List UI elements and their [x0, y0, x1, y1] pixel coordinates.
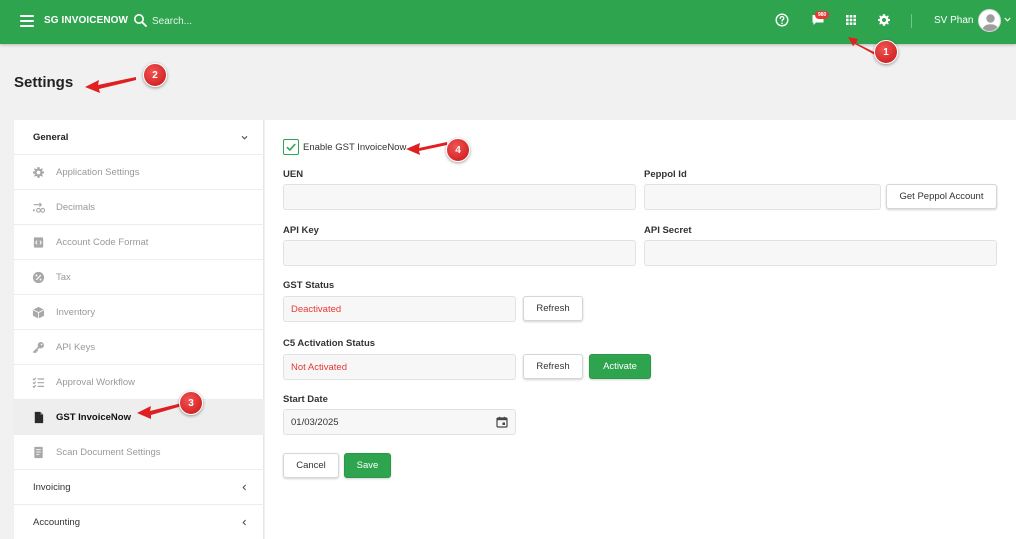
checklist-icon — [32, 376, 45, 388]
decimals-icon — [32, 201, 45, 213]
sidebar-group-general[interactable]: General — [14, 120, 264, 155]
chevron-left-icon — [242, 519, 246, 525]
start-date-value: 01/03/2025 — [291, 416, 339, 428]
page-title: Settings — [14, 74, 74, 91]
refresh-c5-status-button[interactable]: Refresh — [523, 354, 583, 379]
sidebar-item-approval-workflow[interactable]: Approval Workflow — [14, 365, 264, 400]
start-date-field[interactable]: 01/03/2025 — [283, 409, 516, 435]
sidebar-item-label: Decimals — [56, 201, 96, 213]
sidebar-item-label: Account Code Format — [56, 236, 149, 248]
toolbar-divider — [911, 14, 912, 28]
calendar-icon[interactable] — [496, 416, 508, 428]
code-format-icon — [33, 236, 44, 248]
sidebar-group-label: General — [33, 131, 69, 143]
settings-sidebar: General Application Settings Decimals Ac… — [14, 120, 264, 539]
chevron-down-icon — [241, 135, 248, 140]
sidebar-item-tax[interactable]: Tax — [14, 260, 264, 295]
sidebar-item-inventory[interactable]: Inventory — [14, 295, 264, 330]
save-button[interactable]: Save — [344, 453, 391, 478]
apps-grid-icon[interactable] — [844, 13, 858, 27]
annotation-callout-4: 4 — [446, 138, 470, 162]
help-icon[interactable] — [775, 13, 789, 27]
notification-badge: 980 — [815, 11, 830, 19]
refresh-gst-status-button[interactable]: Refresh — [523, 296, 583, 321]
sidebar-item-decimals[interactable]: Decimals — [14, 190, 264, 225]
annotation-arrow-2 — [85, 77, 136, 93]
sidebar-group-label: Invoicing — [33, 481, 71, 493]
avatar-icon — [982, 14, 999, 31]
uen-label: UEN — [283, 169, 304, 180]
get-peppol-account-button[interactable]: Get Peppol Account — [886, 184, 997, 209]
box-icon — [32, 306, 45, 319]
sidebar-item-label: Scan Document Settings — [56, 446, 161, 458]
sidebar-item-application-settings[interactable]: Application Settings — [14, 155, 264, 190]
sidebar-group-invoicing[interactable]: Invoicing — [14, 470, 264, 505]
sidebar-item-label: Approval Workflow — [56, 376, 136, 388]
chevron-left-icon — [242, 484, 246, 490]
annotation-callout-1: 1 — [874, 40, 898, 64]
peppol-id-field[interactable] — [644, 184, 881, 210]
sidebar-item-label: API Keys — [56, 341, 96, 353]
gst-status-value: Deactivated — [283, 296, 516, 322]
sidebar-item-label: Application Settings — [56, 166, 140, 178]
app-brand[interactable]: SG INVOICENOW — [44, 15, 128, 26]
sidebar-item-label: GST InvoiceNow — [56, 411, 131, 423]
sidebar-item-label: Tax — [56, 271, 71, 283]
uen-field[interactable] — [283, 184, 636, 210]
annotation-arrow-4 — [406, 142, 447, 155]
username[interactable]: SV Phan — [934, 15, 973, 26]
enable-gst-invoicenow-checkbox[interactable] — [283, 139, 299, 155]
api-secret-label: API Secret — [644, 225, 692, 236]
sidebar-item-scan-document-settings[interactable]: Scan Document Settings — [14, 435, 264, 470]
annotation-callout-2: 2 — [143, 63, 167, 87]
api-key-field[interactable] — [283, 240, 636, 266]
activate-button[interactable]: Activate — [589, 354, 651, 379]
scan-document-icon — [34, 446, 43, 458]
search-input[interactable] — [152, 12, 312, 30]
c5-activation-status-label: C5 Activation Status — [283, 338, 376, 349]
gst-status-label: GST Status — [283, 280, 335, 291]
check-icon — [286, 143, 296, 152]
annotation-arrow-3 — [137, 403, 182, 419]
api-secret-field[interactable] — [644, 240, 997, 266]
start-date-label: Start Date — [283, 394, 328, 405]
menu-icon[interactable] — [20, 15, 34, 27]
api-key-label: API Key — [283, 225, 319, 236]
sidebar-item-api-keys[interactable]: API Keys — [14, 330, 264, 365]
search-icon[interactable] — [133, 13, 147, 27]
avatar[interactable] — [978, 9, 1001, 32]
sidebar-item-label: Inventory — [56, 306, 96, 318]
key-icon — [32, 341, 44, 353]
gear-icon — [32, 166, 45, 178]
cancel-button[interactable]: Cancel — [283, 453, 339, 478]
percent-icon — [32, 271, 45, 283]
enable-gst-invoicenow-label[interactable]: Enable GST InvoiceNow — [303, 142, 406, 153]
sidebar-item-account-code-format[interactable]: Account Code Format — [14, 225, 264, 260]
sidebar-group-accounting[interactable]: Accounting — [14, 505, 264, 539]
c5-activation-status-value: Not Activated — [283, 354, 516, 380]
document-icon — [34, 411, 44, 423]
chevron-down-icon[interactable] — [1004, 17, 1011, 22]
sidebar-group-label: Accounting — [33, 516, 81, 528]
annotation-callout-3: 3 — [179, 391, 203, 415]
peppol-id-label: Peppol Id — [644, 169, 687, 180]
gear-icon[interactable] — [877, 13, 891, 27]
